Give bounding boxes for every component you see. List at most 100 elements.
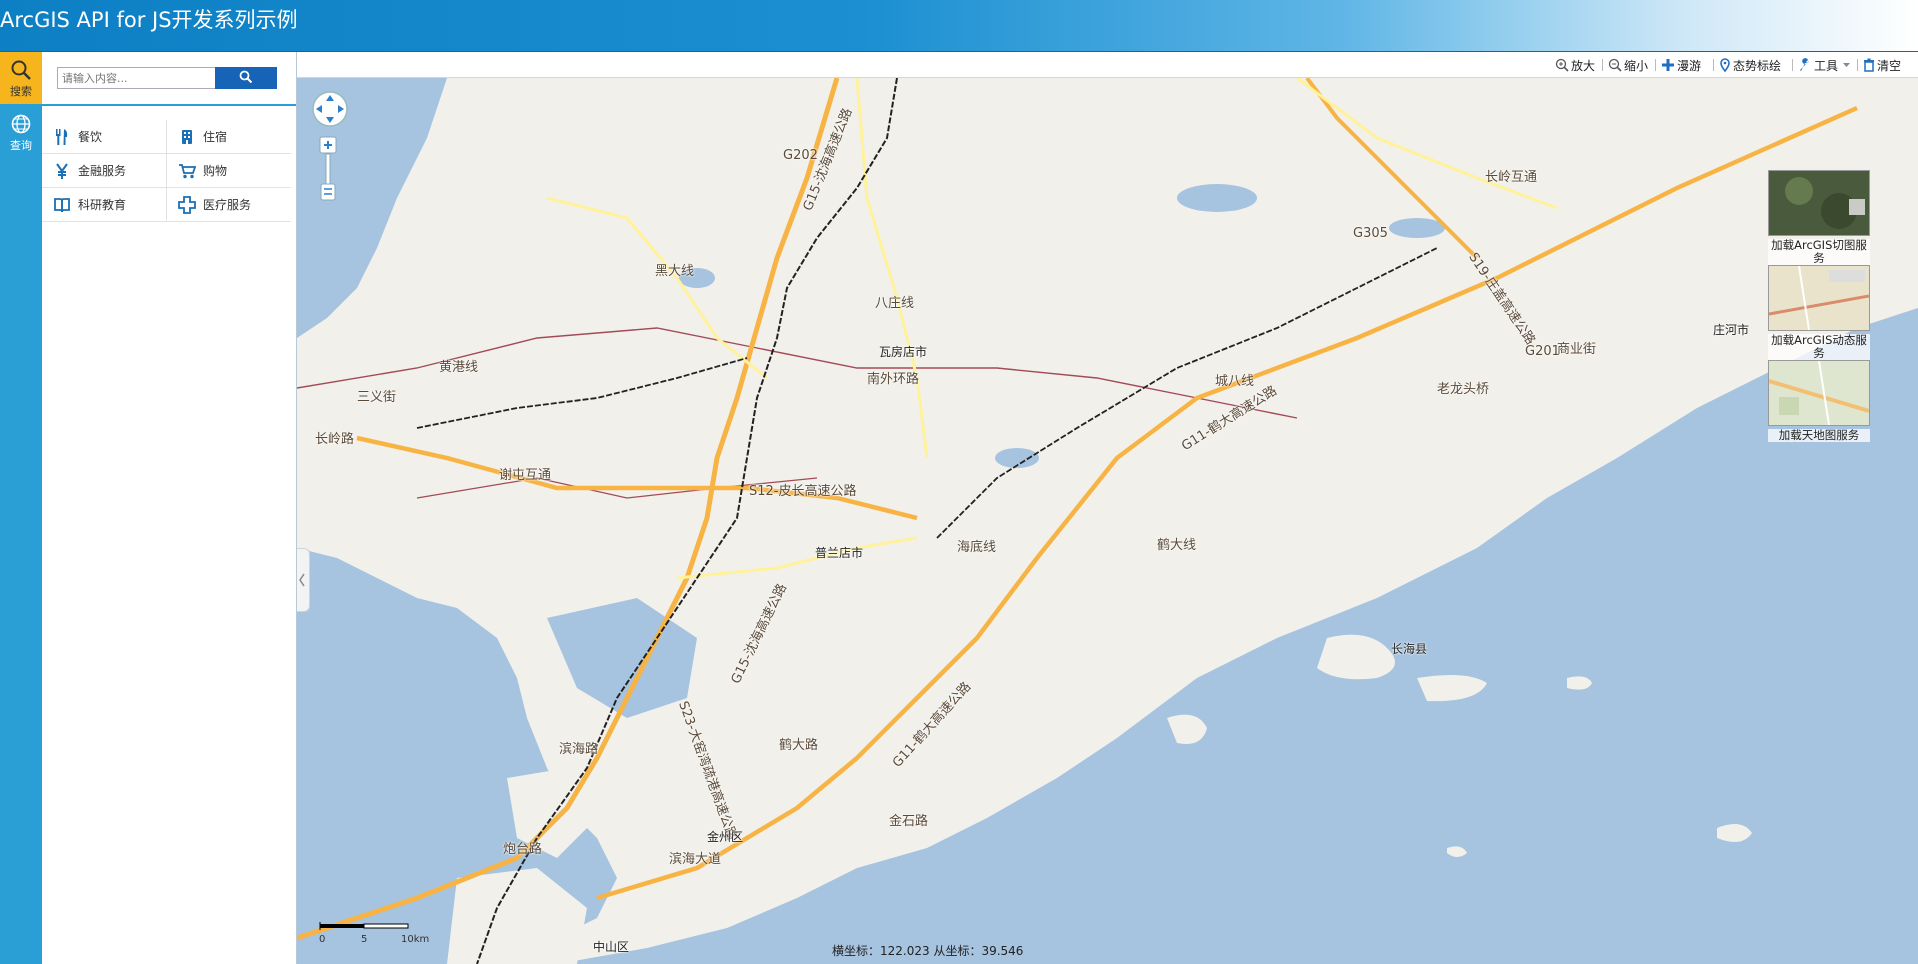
clear-button[interactable]: 清空 xyxy=(1863,57,1901,73)
map-label: 长岭路 xyxy=(315,432,355,447)
toolbar-divider xyxy=(1792,59,1793,71)
toolbar-divider xyxy=(1655,59,1656,71)
toolbar-divider xyxy=(1857,59,1858,71)
basemap-caption: 加载天地图服务 xyxy=(1768,429,1870,442)
map-label: 瓦房店市 xyxy=(879,345,928,359)
yen-icon xyxy=(52,161,72,181)
toolbar-divider xyxy=(1713,59,1714,71)
globe-icon xyxy=(11,114,31,134)
map-label: 金石路 xyxy=(889,814,929,829)
hotel-icon xyxy=(177,127,197,147)
category-label: 餐饮 xyxy=(78,130,103,144)
cart-icon xyxy=(177,161,197,181)
map-label: 普兰店市 xyxy=(815,546,864,560)
pan-control[interactable] xyxy=(311,90,349,128)
pan-label: 漫游 xyxy=(1677,58,1702,73)
trash-icon xyxy=(1864,58,1874,72)
scale-bar: 0 5 10km xyxy=(319,920,459,950)
basemap xyxy=(297,78,1918,964)
wrench-icon xyxy=(1800,58,1809,71)
app-header: ArcGIS API for JS开发系列示例 xyxy=(0,0,1918,52)
basemap-dynamic-service[interactable]: 加载ArcGIS动态服务 xyxy=(1768,265,1870,360)
zoom-in-button[interactable]: 放大 xyxy=(1555,57,1595,73)
basemap-caption: 加载ArcGIS动态服务 xyxy=(1768,334,1870,360)
category-lodging[interactable]: 住宿 xyxy=(166,120,291,154)
nav-search[interactable]: 搜索 xyxy=(0,52,42,104)
map-label: 炮台路 xyxy=(503,842,543,857)
category-dining[interactable]: 餐饮 xyxy=(42,120,166,154)
plotting-button[interactable]: 态势标绘 xyxy=(1719,57,1781,73)
search-icon xyxy=(11,60,31,80)
search-icon xyxy=(239,70,253,83)
map-label: 中山区 xyxy=(593,940,630,954)
map-label: 商业街 xyxy=(1557,342,1597,357)
scale-bar-graphic xyxy=(319,922,409,930)
scale-tick: 5 xyxy=(361,934,368,945)
map-label: G202 xyxy=(783,148,818,163)
map-label: 金州区 xyxy=(707,830,744,844)
category-medical[interactable]: 医疗服务 xyxy=(166,188,291,222)
search-button[interactable] xyxy=(215,67,277,89)
map-label: 南外环路 xyxy=(867,372,920,387)
map-toolbar: 放大 缩小 漫游 态势标绘 工具 清空 xyxy=(297,52,1918,78)
nav-query-label: 查询 xyxy=(10,139,32,152)
zoom-slider[interactable] xyxy=(319,136,337,204)
zoom-out-icon xyxy=(1608,58,1622,72)
category-label: 金融服务 xyxy=(78,164,127,178)
basemap-tile-service[interactable]: 加载ArcGIS切图服务 xyxy=(1768,170,1870,265)
nav-query[interactable]: 查询 xyxy=(0,106,42,158)
tools-label: 工具 xyxy=(1814,58,1839,73)
map-label: 老龙头桥 xyxy=(1437,382,1490,397)
category-label: 住宿 xyxy=(203,130,228,144)
pan-icon xyxy=(1662,59,1674,71)
satellite-thumbnail xyxy=(1768,170,1870,236)
book-icon xyxy=(52,195,72,215)
tools-dropdown[interactable]: 工具 xyxy=(1798,57,1853,73)
medical-cross-icon xyxy=(177,195,197,215)
street-map-thumbnail xyxy=(1768,265,1870,331)
map-label: 黑大线 xyxy=(655,264,695,279)
plotting-label: 态势标绘 xyxy=(1733,58,1782,73)
map-label: 城八线 xyxy=(1215,374,1255,389)
chevron-down-icon xyxy=(1843,63,1851,67)
clear-label: 清空 xyxy=(1877,58,1902,73)
nav-search-label: 搜索 xyxy=(10,85,32,98)
map-label: 黄港线 xyxy=(439,360,479,375)
basemap-switcher: 加载ArcGIS切图服务 加载ArcGIS动态服务 加载天地图服务 xyxy=(1768,170,1872,455)
tianditu-thumbnail xyxy=(1768,360,1870,426)
search-input[interactable] xyxy=(57,67,217,89)
scale-tick: 10km xyxy=(401,934,430,945)
panel-collapse-toggle[interactable] xyxy=(297,548,310,612)
category-finance[interactable]: 金融服务 xyxy=(42,154,166,188)
map-label: 三义街 xyxy=(357,390,397,405)
category-education[interactable]: 科研教育 xyxy=(42,188,166,222)
zoom-in-label: 放大 xyxy=(1571,58,1596,73)
zoom-out-button[interactable]: 缩小 xyxy=(1608,57,1648,73)
chevron-left-icon xyxy=(299,573,305,587)
category-shopping[interactable]: 购物 xyxy=(166,154,291,188)
pin-icon xyxy=(1720,58,1730,72)
map-label: 滨海路 xyxy=(559,742,599,757)
basemap-caption: 加载ArcGIS切图服务 xyxy=(1768,239,1870,265)
toolbar-divider xyxy=(1602,59,1603,71)
map-label: 海底线 xyxy=(957,540,997,555)
pan-button[interactable]: 漫游 xyxy=(1661,57,1701,73)
map-label: 长岭互通 xyxy=(1485,170,1538,185)
category-label: 科研教育 xyxy=(78,198,127,212)
map-label: 八庄线 xyxy=(875,296,915,311)
fork-knife-icon xyxy=(52,127,72,147)
category-label: 医疗服务 xyxy=(203,198,252,212)
zoom-in-icon xyxy=(1555,58,1569,72)
scale-tick: 0 xyxy=(319,934,326,945)
map-label: 鹤大线 xyxy=(1157,538,1197,553)
map-label: S12-皮长高速公路 xyxy=(749,484,857,499)
zoom-out-label: 缩小 xyxy=(1624,58,1649,73)
map-view[interactable]: G202 G15-沈海高速公路 黑大线 八庄线 瓦房店市 南外环路 城八线 G3… xyxy=(297,78,1918,964)
search-row xyxy=(42,52,296,106)
coordinate-readout: 横坐标：122.023 从坐标：39.546 xyxy=(832,944,1024,958)
basemap-tianditu-service[interactable]: 加载天地图服务 xyxy=(1768,360,1870,455)
category-label: 购物 xyxy=(203,164,228,178)
search-panel: 餐饮 住宿 金融服务 购物 科研教育 xyxy=(42,52,297,964)
map-label: G305 xyxy=(1353,226,1388,241)
map-label: 鹤大路 xyxy=(779,738,819,753)
